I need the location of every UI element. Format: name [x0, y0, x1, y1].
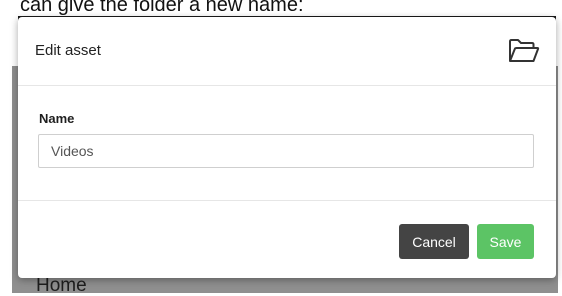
folder-open-icon — [509, 39, 540, 62]
save-button[interactable]: Save — [477, 224, 534, 259]
page-caption: can give the folder a new name: — [20, 0, 304, 16]
cancel-button[interactable]: Cancel — [399, 224, 469, 259]
name-input[interactable] — [38, 134, 534, 168]
background-home-label: Home — [36, 275, 87, 296]
dialog-footer: Cancel Save — [18, 201, 556, 279]
dialog-header: Edit asset — [18, 17, 556, 86]
dialog-title: Edit asset — [35, 42, 101, 59]
dialog-body: Name — [18, 86, 556, 201]
name-field-label: Name — [39, 111, 75, 126]
edit-asset-dialog: Edit asset Name Cancel Save — [18, 17, 556, 278]
